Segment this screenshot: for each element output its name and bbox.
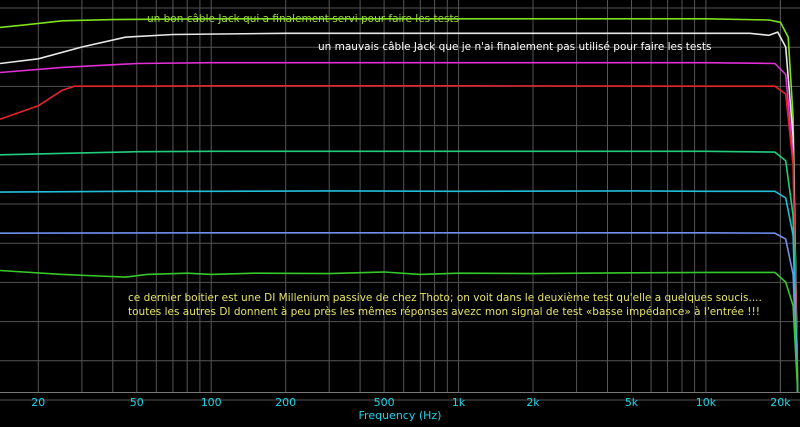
x-tick-label: 50 [130,396,144,409]
x-axis-label: Frequency (Hz) [359,409,442,422]
x-tick-label: 20 [31,396,45,409]
frequency-response-chart: 20 50 100 200 500 1k 2k 5k 10k 20k Frequency (Hz) [0,0,800,427]
x-tick-label: 10k [696,396,717,409]
x-tick-label: 1k [452,396,466,409]
x-tick-label: 20k [770,396,791,409]
x-tick-label: 100 [201,396,222,409]
x-tick-label: 200 [275,396,296,409]
annotation-good-cable: un bon câble Jack qui a finalement servi… [147,13,460,25]
annotation-di-line2: toutes les autres DI donnent à peu près … [128,306,760,318]
x-tick-label: 5k [625,396,639,409]
annotation-di-line1: ce dernier boitier est une DI Millenium … [128,292,762,304]
x-tick-label: 2k [526,396,540,409]
annotation-bad-cable: un mauvais câble Jack que je n'ai finale… [318,41,712,53]
x-tick-label: 500 [374,396,395,409]
